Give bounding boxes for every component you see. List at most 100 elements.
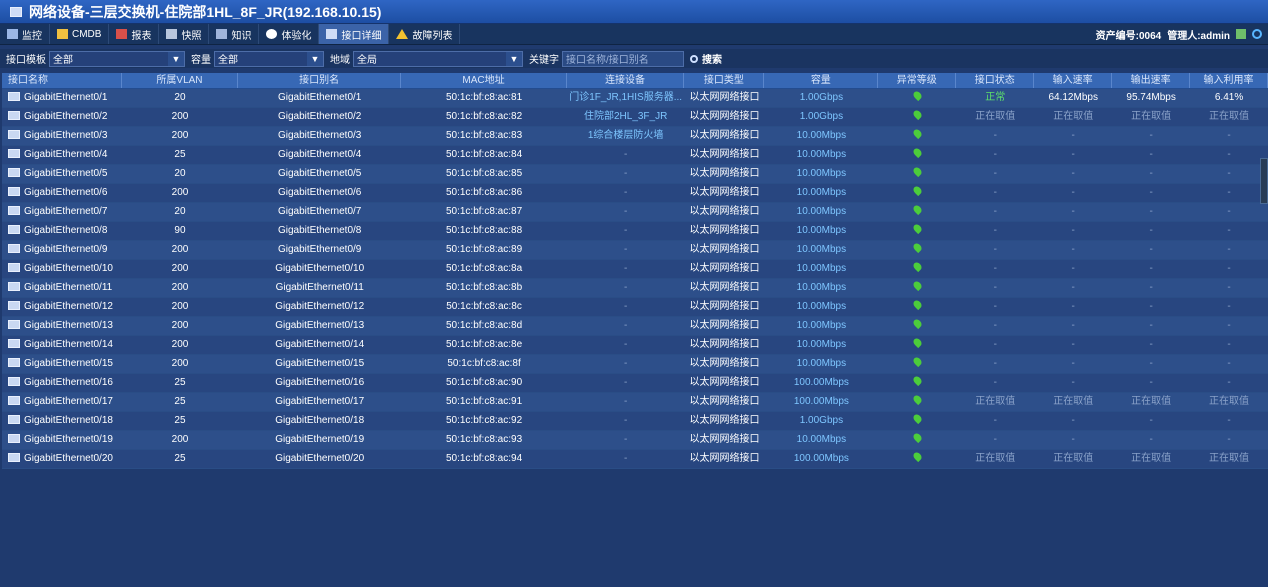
out-cell: -: [1149, 301, 1153, 312]
interface-name[interactable]: GigabitEthernet0/8: [24, 222, 107, 240]
table-row[interactable]: GigabitEthernet0/7 20 GigabitEthernet0/7 50…: [2, 203, 1268, 222]
table-row[interactable]: GigabitEthernet0/8 90 GigabitEthernet0/8 50…: [2, 222, 1268, 241]
in-cell: -: [1071, 168, 1075, 179]
interface-name[interactable]: GigabitEthernet0/7: [24, 203, 107, 221]
column-header[interactable]: 接口状态: [956, 73, 1035, 88]
port-icon: [8, 319, 20, 329]
cap-cell: 10.00Mbps: [796, 187, 847, 198]
interface-name[interactable]: GigabitEthernet0/2: [24, 108, 107, 126]
interface-name[interactable]: GigabitEthernet0/13: [24, 317, 113, 335]
table-row[interactable]: GigabitEthernet0/14 200 GigabitEthernet0/1…: [2, 336, 1268, 355]
port-icon: [8, 433, 20, 443]
refresh-icon[interactable]: [1252, 29, 1262, 39]
table-row[interactable]: GigabitEthernet0/15 200 GigabitEthernet0/1…: [2, 355, 1268, 374]
alias-cell: GigabitEthernet0/9: [277, 244, 362, 255]
tab-warning[interactable]: 故障列表: [389, 24, 461, 44]
tab-monitor[interactable]: 监控: [0, 24, 50, 44]
column-header[interactable]: 异常等级: [878, 73, 957, 88]
in-cell: -: [1071, 415, 1075, 426]
interface-name[interactable]: GigabitEthernet0/11: [24, 279, 112, 297]
tab-experience[interactable]: 体验化: [259, 24, 320, 44]
type-cell: 以太网网络接口: [689, 168, 760, 179]
table-row[interactable]: GigabitEthernet0/10 200 GigabitEthernet0/1…: [2, 260, 1268, 279]
table-row[interactable]: GigabitEthernet0/2 200 GigabitEthernet0/2 5…: [2, 108, 1268, 127]
interface-name[interactable]: GigabitEthernet0/18: [24, 412, 113, 430]
alias-cell: GigabitEthernet0/19: [275, 434, 365, 445]
cap-cell: 10.00Mbps: [796, 263, 847, 274]
capacity-select[interactable]: 全部 ▼: [214, 50, 324, 67]
column-header[interactable]: MAC地址: [401, 73, 567, 88]
mac-cell: 50:1c:bf:c8:ac:8c: [446, 301, 522, 312]
device-cell: -: [623, 225, 628, 236]
column-header[interactable]: 接口名称: [2, 73, 123, 88]
table-row[interactable]: GigabitEthernet0/11 200 GigabitEthernet0/1…: [2, 279, 1268, 298]
column-header[interactable]: 输入利用率: [1190, 73, 1268, 88]
out-cell: 正在取值: [1131, 453, 1172, 464]
util-cell: 正在取值: [1209, 111, 1250, 122]
interface-name[interactable]: GigabitEthernet0/9: [24, 241, 107, 259]
mac-cell: 50:1c:bf:c8:ac:83: [445, 130, 523, 141]
table-row[interactable]: GigabitEthernet0/12 200 GigabitEthernet0/1…: [2, 298, 1268, 317]
interface-name[interactable]: GigabitEthernet0/4: [24, 146, 107, 164]
device-cell[interactable]: 1综合楼层防火墙: [567, 127, 685, 145]
table-row[interactable]: GigabitEthernet0/17 25 GigabitEthernet0/17…: [2, 393, 1268, 412]
table-row[interactable]: GigabitEthernet0/6 200 GigabitEthernet0/6 5…: [2, 184, 1268, 203]
interface-name[interactable]: GigabitEthernet0/15: [24, 355, 113, 373]
column-header[interactable]: 接口别名: [238, 73, 402, 88]
device-cell: -: [623, 453, 628, 464]
tab-snapshot[interactable]: 快照: [159, 24, 210, 44]
search-button[interactable]: 搜索: [690, 51, 722, 66]
alias-cell: GigabitEthernet0/5: [277, 168, 362, 179]
column-header[interactable]: 接口类型: [684, 73, 765, 88]
port-icon: [8, 281, 20, 291]
interface-name[interactable]: GigabitEthernet0/10: [24, 260, 113, 278]
table-row[interactable]: GigabitEthernet0/16 25 GigabitEthernet0/16…: [2, 374, 1268, 393]
table-row[interactable]: GigabitEthernet0/9 200 GigabitEthernet0/9 5…: [2, 241, 1268, 260]
alias-cell: GigabitEthernet0/12: [275, 301, 365, 312]
interface-name[interactable]: GigabitEthernet0/20: [24, 450, 113, 468]
interface-name[interactable]: GigabitEthernet0/3: [24, 127, 107, 145]
column-header[interactable]: 输出速率: [1112, 73, 1191, 88]
interface-name[interactable]: GigabitEthernet0/12: [24, 298, 113, 316]
device-cell[interactable]: 门诊1F_JR,1HIS服务器...: [567, 89, 685, 107]
table-row[interactable]: GigabitEthernet0/4 25 GigabitEthernet0/4 50…: [2, 146, 1268, 165]
export-icon[interactable]: [1236, 29, 1246, 39]
device-cell[interactable]: 住院部2HL_3F_JR: [567, 108, 685, 126]
cap-cell: 10.00Mbps: [796, 130, 847, 141]
table-row[interactable]: GigabitEthernet0/20 25 GigabitEthernet0/20…: [2, 450, 1268, 469]
table-row[interactable]: GigabitEthernet0/1 20 GigabitEthernet0/1 50…: [2, 89, 1268, 108]
interface-name-cell: GigabitEthernet0/8: [2, 222, 122, 240]
leaf-status-icon: [911, 89, 924, 102]
status-cell: -: [993, 130, 997, 141]
interface-name[interactable]: GigabitEthernet0/14: [24, 336, 113, 354]
interface-name[interactable]: GigabitEthernet0/19: [24, 431, 113, 449]
table-row[interactable]: GigabitEthernet0/13 200 GigabitEthernet0/1…: [2, 317, 1268, 336]
tab-knowledge[interactable]: 知识: [209, 24, 260, 44]
keyword-input[interactable]: 接口名称/接口别名: [562, 50, 684, 67]
template-select[interactable]: 全部 ▼: [49, 50, 185, 67]
region-select[interactable]: 全局 ▼: [353, 50, 523, 67]
table-row[interactable]: GigabitEthernet0/5 20 GigabitEthernet0/5 50…: [2, 165, 1268, 184]
tab-interface[interactable]: 接口详细: [319, 24, 390, 44]
table-row[interactable]: GigabitEthernet0/18 25 GigabitEthernet0/18…: [2, 412, 1268, 431]
util-cell: -: [1227, 263, 1231, 274]
table-row[interactable]: GigabitEthernet0/3 200 GigabitEthernet0/3 5…: [2, 127, 1268, 146]
leaf-status-icon: [911, 165, 924, 178]
type-cell: 以太网网络接口: [689, 149, 760, 160]
column-header[interactable]: 连接设备: [567, 73, 685, 88]
interface-name[interactable]: GigabitEthernet0/17: [24, 393, 113, 411]
mac-cell: 50:1c:bf:c8:ac:91: [445, 396, 523, 407]
interface-name[interactable]: GigabitEthernet0/6: [24, 184, 107, 202]
alert-level-cell: [878, 336, 956, 354]
column-header[interactable]: 容量: [764, 73, 879, 88]
alias-cell: GigabitEthernet0/2: [277, 111, 362, 122]
column-header[interactable]: 输入速率: [1034, 73, 1113, 88]
interface-name[interactable]: GigabitEthernet0/5: [24, 165, 107, 183]
interface-name[interactable]: GigabitEthernet0/1: [24, 89, 107, 107]
column-header[interactable]: 所属VLAN: [122, 73, 238, 88]
side-panel-handle[interactable]: [1260, 158, 1268, 204]
tab-cmdb[interactable]: CMDB: [50, 24, 110, 44]
table-row[interactable]: GigabitEthernet0/19 200 GigabitEthernet0/1…: [2, 431, 1268, 450]
tab-report[interactable]: 报表: [109, 24, 160, 44]
interface-name[interactable]: GigabitEthernet0/16: [24, 374, 113, 392]
